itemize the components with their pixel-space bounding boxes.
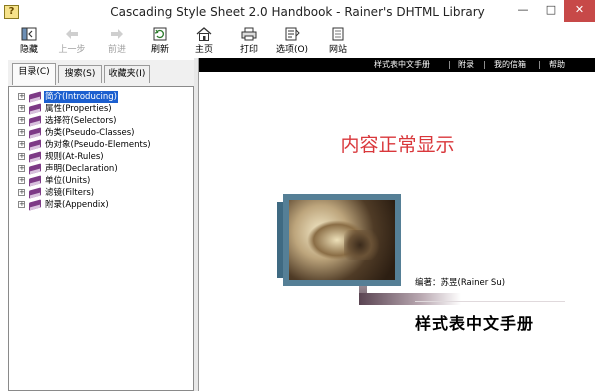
back-button[interactable]: 上一步 bbox=[55, 25, 89, 57]
contents-tree: + 简介(Introducing) + 属性(Properties) + 选择符… bbox=[8, 86, 194, 391]
print-button-label: 打印 bbox=[239, 45, 258, 55]
home-icon bbox=[196, 27, 212, 41]
tree-item-label[interactable]: 附录(Appendix) bbox=[44, 199, 110, 211]
tab-favorites[interactable]: 收藏夹(I) bbox=[104, 65, 150, 83]
tab-search[interactable]: 搜索(S) bbox=[58, 65, 102, 83]
tree-item-label[interactable]: 声明(Declaration) bbox=[44, 163, 119, 175]
nav-link-help[interactable]: 帮助 bbox=[549, 58, 565, 72]
nav-link-mailbox[interactable]: 我的信箱 bbox=[494, 58, 526, 72]
expand-icon[interactable]: + bbox=[18, 129, 25, 136]
forward-button-label: 前进 bbox=[107, 45, 126, 55]
home-button[interactable]: 主页 bbox=[187, 25, 221, 57]
tab-contents[interactable]: 目录(C) bbox=[12, 63, 56, 85]
minimize-button[interactable]: — bbox=[509, 0, 537, 22]
cover-shadow bbox=[359, 293, 461, 305]
book-icon bbox=[29, 92, 41, 102]
tree-item-label[interactable]: 伪对象(Pseudo-Elements) bbox=[44, 139, 152, 151]
options-icon bbox=[284, 27, 300, 41]
tree-item-label[interactable]: 伪类(Pseudo-Classes) bbox=[44, 127, 136, 139]
print-button[interactable]: 打印 bbox=[232, 25, 266, 57]
home-button-label: 主页 bbox=[194, 45, 213, 55]
expand-icon[interactable]: + bbox=[18, 117, 25, 124]
page-headline: 内容正常显示 bbox=[340, 134, 455, 156]
maximize-button[interactable]: □ bbox=[537, 0, 565, 22]
expand-icon[interactable]: + bbox=[18, 177, 25, 184]
tree-item-label[interactable]: 属性(Properties) bbox=[44, 103, 113, 115]
back-arrow-icon bbox=[64, 27, 80, 41]
window-title: Cascading Style Sheet 2.0 Handbook - Rai… bbox=[110, 5, 485, 19]
book-icon bbox=[29, 116, 41, 126]
nav-link-appendix[interactable]: 附录 bbox=[458, 58, 474, 72]
tree-item-label[interactable]: 简介(Introducing) bbox=[44, 91, 118, 103]
book-icon bbox=[29, 188, 41, 198]
title-divider bbox=[415, 301, 565, 302]
book-icon bbox=[29, 176, 41, 186]
forward-button[interactable]: 前进 bbox=[100, 25, 134, 57]
tree-item-label[interactable]: 滤镜(Filters) bbox=[44, 187, 95, 199]
expand-icon[interactable]: + bbox=[18, 93, 25, 100]
book-icon bbox=[29, 164, 41, 174]
book-title: 样式表中文手册 bbox=[415, 314, 535, 333]
book-cover: 编著：苏昱(Rainer Su) 样式表中文手册 bbox=[277, 188, 571, 333]
hide-pane-icon bbox=[21, 27, 37, 41]
toolbar: 隐藏 上一步 前进 刷新 主页 打印 选项(O) 网站 bbox=[0, 25, 595, 58]
nav-separator: | bbox=[448, 60, 451, 69]
title-bar: ? Cascading Style Sheet 2.0 Handbook - R… bbox=[0, 0, 595, 25]
book-icon bbox=[29, 128, 41, 138]
website-icon bbox=[330, 27, 346, 41]
expand-icon[interactable]: + bbox=[18, 165, 25, 172]
tree-item-label[interactable]: 单位(Units) bbox=[44, 175, 91, 187]
hide-button[interactable]: 隐藏 bbox=[12, 25, 46, 57]
expand-icon[interactable]: + bbox=[18, 201, 25, 208]
nav-separator: | bbox=[538, 60, 541, 69]
expand-icon[interactable]: + bbox=[18, 105, 25, 112]
forward-arrow-icon bbox=[109, 27, 125, 41]
expand-icon[interactable]: + bbox=[18, 189, 25, 196]
book-icon bbox=[29, 152, 41, 162]
author-credit: 编著：苏昱(Rainer Su) bbox=[415, 278, 506, 288]
refresh-icon bbox=[152, 27, 168, 41]
tree-item-label[interactable]: 选择符(Selectors) bbox=[44, 115, 117, 127]
website-button-label: 网站 bbox=[328, 45, 347, 55]
book-icon bbox=[29, 200, 41, 210]
book-icon bbox=[29, 140, 41, 150]
website-button[interactable]: 网站 bbox=[321, 25, 355, 57]
hide-button-label: 隐藏 bbox=[19, 45, 38, 55]
nav-link-handbook[interactable]: 样式表中文手册 bbox=[374, 58, 430, 72]
close-button[interactable]: ✕ bbox=[564, 0, 595, 22]
refresh-button[interactable]: 刷新 bbox=[143, 25, 177, 57]
tree-item-label[interactable]: 规则(At-Rules) bbox=[44, 151, 105, 163]
content-pane: 样式表中文手册 | 附录 | 我的信箱 | 帮助 内容正常显示 编著：苏昱(Ra… bbox=[198, 58, 595, 391]
book-icon bbox=[29, 104, 41, 114]
nav-separator: | bbox=[483, 60, 486, 69]
expand-icon[interactable]: + bbox=[18, 153, 25, 160]
options-button[interactable]: 选项(O) bbox=[275, 25, 309, 57]
navigation-pane: 目录(C) 搜索(S) 收藏夹(I) + 简介(Introducing) + 属… bbox=[8, 60, 194, 391]
cover-photo bbox=[283, 194, 401, 286]
top-nav-bar: 样式表中文手册 | 附录 | 我的信箱 | 帮助 bbox=[199, 58, 595, 72]
back-button-label: 上一步 bbox=[58, 45, 86, 55]
options-button-label: 选项(O) bbox=[275, 45, 309, 55]
refresh-button-label: 刷新 bbox=[150, 45, 169, 55]
print-icon bbox=[241, 27, 257, 41]
expand-icon[interactable]: + bbox=[18, 141, 25, 148]
